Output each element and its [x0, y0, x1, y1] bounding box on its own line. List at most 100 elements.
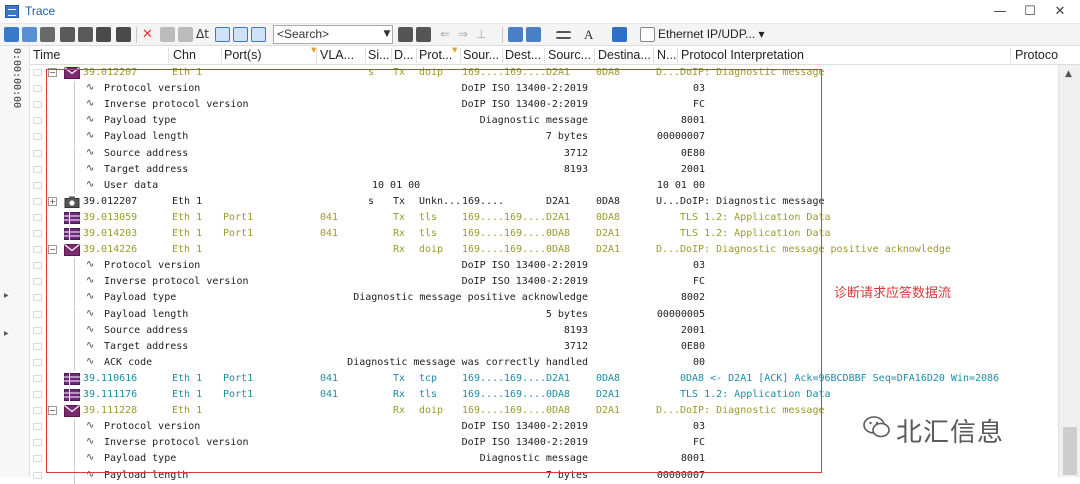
trace-message-row[interactable]: 39.013059 Eth 1 Port1 041 Tx tls 169.... 169...… — [30, 210, 1058, 226]
column-time[interactable]: Time — [33, 48, 93, 62]
chevron-right-icon[interactable]: ▶ — [4, 330, 9, 337]
bookmark-icon[interactable] — [33, 343, 42, 350]
trace-message-row[interactable]: 39.014203 Eth 1 Port1 041 Rx tls 169.... 169...… — [30, 226, 1058, 242]
bookmark-icon[interactable] — [33, 166, 42, 173]
bookmark-icon[interactable] — [33, 101, 42, 108]
bookmark-icon[interactable] — [33, 278, 42, 285]
bookmark-icon[interactable] — [33, 214, 42, 221]
collapse-icon[interactable]: − — [48, 68, 57, 77]
trace-message-row[interactable]: 39.110616 Eth 1 Port1 041 Tx tcp 169.... 169...… — [30, 371, 1058, 387]
bookmark-icon[interactable] — [33, 311, 42, 318]
trace-message-row[interactable]: 39.111176 Eth 1 Port1 041 Rx tls 169.... 169...… — [30, 387, 1058, 403]
bookmark-icon[interactable] — [33, 69, 42, 76]
trace-detail-row[interactable]: ∿ Source address 3712 0E80 — [30, 146, 1058, 162]
column-si[interactable]: Si... — [368, 48, 390, 62]
bookmark-icon[interactable] — [33, 375, 42, 382]
trace-detail-row[interactable]: ∿ Inverse protocol version DoIP ISO 13400-… — [30, 97, 1058, 113]
column-dest-ip[interactable]: Dest... — [505, 48, 545, 62]
bookmark-icon[interactable] — [33, 182, 42, 189]
trace-message-row[interactable]: −39.014226 Eth 1 Rx doip 169.... 169.... 0DA8 D… — [30, 242, 1058, 258]
trace-detail-row[interactable]: ∿ Protocol version DoIP ISO 13400-2:2019 03 — [30, 81, 1058, 97]
trace-detail-row[interactable]: ∿ Payload type Diagnostic message 8001 — [30, 451, 1058, 467]
trace-detail-row[interactable]: ∿ Source address 8193 2001 — [30, 323, 1058, 339]
scroll-lock-icon[interactable] — [215, 27, 230, 42]
bookmark-icon[interactable] — [33, 439, 42, 446]
column-ports[interactable]: Port(s) — [224, 48, 294, 62]
arrow-right-icon[interactable]: ⇒ — [458, 27, 473, 42]
column-vlan[interactable]: VLA... — [320, 48, 364, 62]
chevron-up-icon[interactable]: ▲ — [1065, 69, 1072, 79]
trace-detail-row[interactable]: ∿ Payload length 7 bytes 00000007 — [30, 129, 1058, 145]
bookmark-icon[interactable] — [33, 246, 42, 253]
filter-list-icon[interactable] — [96, 27, 111, 42]
trace-detail-row[interactable]: ∿ ACK code Diagnostic message was correctl… — [30, 355, 1058, 371]
vertical-scrollbar[interactable]: ▲ — [1058, 65, 1080, 477]
bookmark-icon[interactable] — [33, 423, 42, 430]
detail-toggle-icon[interactable] — [233, 27, 248, 42]
trace-detail-row[interactable]: ∿ Target address 8193 2001 — [30, 162, 1058, 178]
column-protocol[interactable]: Protoco — [1015, 48, 1080, 62]
bookmark-icon[interactable] — [33, 472, 42, 479]
clear-icon[interactable] — [160, 27, 175, 42]
checkbox-icon[interactable] — [640, 27, 655, 42]
chart-icon[interactable] — [22, 27, 37, 42]
trace-message-row[interactable]: +39.012207 Eth 1 s Tx Unkn... 169.... D2A1 0DA8… — [30, 194, 1058, 210]
column-source-addr[interactable]: Sourc... — [548, 48, 596, 62]
bookmark-icon[interactable] — [33, 85, 42, 92]
trace-detail-row[interactable]: ∿ Target address 3712 0E80 — [30, 339, 1058, 355]
window-icon[interactable] — [508, 27, 523, 42]
font-size-icon[interactable]: A — [584, 27, 599, 42]
column-source-ip[interactable]: Sour... — [463, 48, 503, 62]
binoculars-icon[interactable] — [116, 27, 131, 42]
column-dir[interactable]: D... — [394, 48, 416, 62]
bookmark-icon[interactable] — [33, 262, 42, 269]
column-view-icon[interactable] — [251, 27, 266, 42]
filter-edit-icon[interactable] — [78, 27, 93, 42]
bookmark-icon[interactable] — [33, 150, 42, 157]
trace-detail-row[interactable]: ∿ Payload type Diagnostic message 8001 — [30, 113, 1058, 129]
delete-icon[interactable]: ✕ — [142, 27, 157, 42]
chevron-down-icon[interactable]: ▼ — [381, 25, 393, 44]
bookmark-icon[interactable] — [33, 117, 42, 124]
bookmark-icon[interactable] — [33, 455, 42, 462]
minimize-button[interactable]: — — [986, 2, 1014, 22]
color-icon[interactable] — [612, 27, 627, 42]
detail-view-icon[interactable] — [40, 27, 55, 42]
close-button[interactable]: ✕ — [1046, 2, 1074, 22]
settings-icon[interactable] — [526, 27, 541, 42]
trace-detail-row[interactable]: ∿ Payload length 5 bytes 00000005 — [30, 307, 1058, 323]
delta-time-icon[interactable]: Δt — [196, 27, 216, 42]
bookmark-icon[interactable] — [33, 198, 42, 205]
find-next-icon[interactable] — [416, 27, 431, 42]
expand-icon[interactable]: + — [48, 197, 57, 206]
maximize-button[interactable]: ☐ — [1016, 2, 1044, 22]
line-style-icon[interactable] — [556, 31, 571, 39]
bookmark-icon[interactable] — [33, 407, 42, 414]
column-dest-addr[interactable]: Destina... — [598, 48, 658, 62]
chevron-right-icon[interactable]: ▶ — [4, 292, 9, 299]
trace-message-row[interactable]: −39.012207 Eth 1 s Tx doip 169.... 169.... D2A1… — [30, 65, 1058, 81]
trace-config-icon[interactable] — [4, 27, 19, 42]
bookmark-icon[interactable] — [33, 133, 42, 140]
arrow-left-icon[interactable]: ⇐ — [440, 27, 455, 42]
scrollbar-thumb[interactable] — [1063, 427, 1077, 475]
bookmark-icon[interactable] — [33, 327, 42, 334]
trace-detail-row[interactable]: ∿ User data 10 01 00 10 01 00 — [30, 178, 1058, 194]
protocol-filter-dropdown[interactable]: Ethernet IP/UDP... ▾ — [658, 27, 765, 41]
column-name[interactable]: N... — [657, 48, 679, 62]
jump-icon[interactable]: ⊥ — [476, 27, 491, 42]
trace-detail-row[interactable]: ∿ Payload length 7 bytes 00000007 — [30, 468, 1058, 484]
column-protocol-interpretation[interactable]: Protocol Interpretation — [681, 48, 881, 62]
bookmark-icon[interactable] — [33, 230, 42, 237]
search-input[interactable]: <Search> — [273, 25, 393, 44]
bookmark-icon[interactable] — [33, 359, 42, 366]
column-chn[interactable]: Chn — [173, 48, 218, 62]
bookmark-icon[interactable] — [33, 391, 42, 398]
trace-detail-row[interactable]: ∿ Protocol version DoIP ISO 13400-2:2019 03 — [30, 258, 1058, 274]
collapse-icon[interactable]: − — [48, 406, 57, 415]
copy-icon[interactable] — [178, 27, 193, 42]
find-previous-icon[interactable] — [398, 27, 413, 42]
filter-icon[interactable] — [60, 27, 75, 42]
bookmark-icon[interactable] — [33, 294, 42, 301]
collapse-icon[interactable]: − — [48, 245, 57, 254]
